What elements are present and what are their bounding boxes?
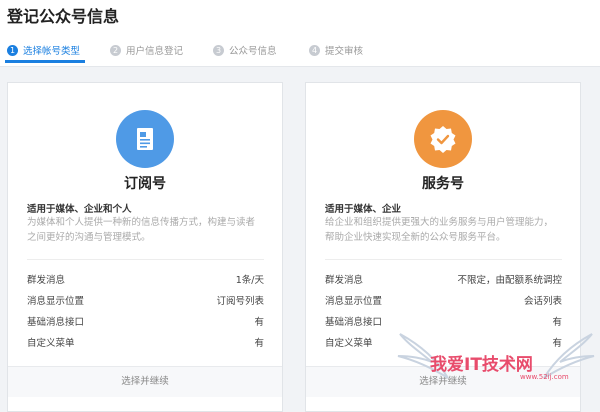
- feature-value: 有: [552, 338, 562, 349]
- feature-label: 自定义菜单: [325, 338, 373, 349]
- feature-row: 自定义菜单 有: [27, 335, 264, 351]
- feature-row: 消息显示位置 订阅号列表: [27, 293, 264, 309]
- step-label: 公众号信息: [229, 46, 277, 57]
- feature-row: 自定义菜单 有: [325, 335, 562, 351]
- subscription-account-card[interactable]: 订阅号 适用于媒体、企业和个人 为媒体和个人提供一种新的信息传播方式，构建与读者…: [7, 82, 283, 412]
- step-number: 3: [213, 44, 224, 56]
- verified-check-icon: [414, 110, 472, 168]
- feature-label: 消息显示位置: [27, 296, 85, 307]
- active-step-underline: [5, 60, 85, 63]
- feature-value: 不限定，由配额系统调控: [457, 275, 562, 286]
- page-title: 登记公众号信息: [7, 7, 120, 26]
- step-2: 2 用户信息登记: [110, 43, 183, 57]
- step-number: 2: [110, 44, 121, 56]
- document-icon: [116, 110, 174, 168]
- watermark-url: www.52ij.com: [520, 373, 569, 381]
- audience-text: 适用于媒体、企业和个人: [27, 204, 132, 215]
- feature-label: 群发消息: [27, 275, 66, 286]
- description-text: 为媒体和个人提供一种新的信息传播方式，构建与读者之间更好的沟通与管理模式。: [27, 217, 256, 243]
- feature-value: 有: [254, 317, 264, 328]
- step-1: 1 选择帐号类型: [7, 43, 80, 57]
- feature-row: 群发消息 不限定，由配额系统调控: [325, 272, 562, 288]
- step-4: 4 提交审核: [309, 43, 363, 57]
- feature-row: 消息显示位置 会话列表: [325, 293, 562, 309]
- step-label: 用户信息登记: [126, 46, 184, 57]
- feature-label: 自定义菜单: [27, 338, 75, 349]
- feature-row: 群发消息 1条/天: [27, 272, 264, 288]
- select-and-continue-button[interactable]: 选择并继续: [8, 366, 282, 397]
- step-number: 1: [7, 44, 18, 56]
- account-type-name: 订阅号: [124, 176, 166, 192]
- step-label: 选择帐号类型: [23, 46, 81, 57]
- feature-label: 基础消息接口: [27, 317, 85, 328]
- feature-value: 订阅号列表: [216, 296, 264, 307]
- step-label: 提交审核: [325, 46, 364, 57]
- feature-value: 会话列表: [523, 296, 562, 307]
- watermark-text: 我爱IT技术网: [430, 355, 533, 375]
- feature-row: 基础消息接口 有: [27, 314, 264, 330]
- description-text: 给企业和组织提供更强大的业务服务与用户管理能力，帮助企业快速实现全新的公众号服务…: [325, 217, 554, 243]
- step-number: 4: [309, 44, 320, 56]
- divider: [325, 259, 562, 260]
- step-3: 3 公众号信息: [213, 43, 277, 57]
- feature-label: 基础消息接口: [325, 317, 383, 328]
- feature-value: 1条/天: [235, 275, 264, 286]
- feature-value: 有: [254, 338, 264, 349]
- audience-text: 适用于媒体、企业: [325, 204, 402, 215]
- feature-label: 群发消息: [325, 275, 364, 286]
- header: 登记公众号信息 1 选择帐号类型 2 用户信息登记 3 公众号信息 4 提交审核: [0, 0, 600, 67]
- feature-label: 消息显示位置: [325, 296, 383, 307]
- feature-row: 基础消息接口 有: [325, 314, 562, 330]
- divider: [27, 259, 264, 260]
- account-type-name: 服务号: [422, 176, 464, 192]
- feature-value: 有: [552, 317, 562, 328]
